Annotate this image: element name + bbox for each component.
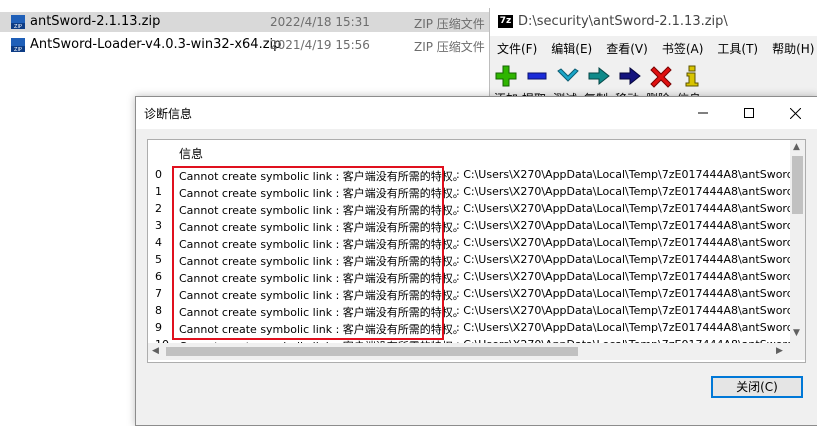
menu-tools[interactable]: 工具(T) [710, 38, 765, 60]
delete-icon [650, 66, 672, 88]
row-path: : C:\Users\X270\AppData\Local\Temp\7zE01… [456, 219, 806, 232]
row-path: : C:\Users\X270\AppData\Local\Temp\7zE01… [456, 304, 806, 317]
row-index: 5 [155, 253, 162, 266]
list-header[interactable]: 信息 [148, 140, 793, 162]
add-icon [495, 65, 517, 87]
test-icon [557, 68, 579, 82]
row-index: 8 [155, 304, 162, 317]
close-window-button[interactable] [772, 97, 817, 129]
row-path: : C:\Users\X270\AppData\Local\Temp\7zE01… [456, 253, 806, 266]
row-index: 0 [155, 168, 162, 181]
row-path: : C:\Users\X270\AppData\Local\Temp\7zE01… [456, 236, 806, 249]
extract-button[interactable]: 提取 [522, 64, 549, 106]
move-button[interactable]: 移动 [615, 64, 642, 106]
menu-bar: 文件(F) 编辑(E) 查看(V) 书签(A) 工具(T) 帮助(H) [490, 38, 817, 60]
zip-file-icon: ZIP [11, 15, 25, 30]
dialog-titlebar[interactable]: 诊断信息 [136, 97, 817, 129]
row-index: 7 [155, 287, 162, 300]
row-index: 6 [155, 270, 162, 283]
file-date: 2022/4/18 15:31 [270, 15, 370, 29]
vertical-scroll-thumb[interactable] [792, 156, 803, 214]
add-button[interactable]: 添加 [494, 64, 518, 106]
row-path: : C:\Users\X270\AppData\Local\Temp\7zE01… [456, 287, 806, 300]
dialog-title: 诊断信息 [144, 107, 193, 121]
copy-button[interactable]: 复制 [584, 64, 611, 106]
svg-text:ZIP: ZIP [14, 24, 22, 30]
row-path: : C:\Users\X270\AppData\Local\Temp\7zE01… [456, 270, 806, 283]
maximize-icon [744, 108, 754, 118]
menu-file[interactable]: 文件(F) [490, 38, 544, 60]
menu-bookmarks[interactable]: 书签(A) [655, 38, 711, 60]
column-header-info[interactable]: 信息 [179, 145, 203, 162]
file-date: 2021/4/19 15:56 [270, 38, 370, 52]
scroll-down-icon[interactable]: ▼ [793, 328, 800, 338]
row-index: 2 [155, 202, 162, 215]
extract-icon [527, 72, 547, 80]
zip-file-icon: ZIP [11, 38, 25, 53]
row-path: : C:\Users\X270\AppData\Local\Temp\7zE01… [456, 168, 806, 181]
delete-button[interactable]: 删除 [646, 64, 673, 106]
row-path: : C:\Users\X270\AppData\Local\Temp\7zE01… [456, 321, 806, 334]
menu-view[interactable]: 查看(V) [599, 38, 655, 60]
sevenzip-titlebar: 7z D:\security\antSword-2.1.13.zip\ [490, 8, 817, 36]
archive-path: D:\security\antSword-2.1.13.zip\ [518, 14, 728, 29]
file-name: AntSword-Loader-v4.0.3-win32-x64.zip [30, 37, 282, 52]
scroll-right-icon[interactable]: ▶ [776, 346, 783, 356]
scrollbar-corner [790, 343, 805, 360]
test-button[interactable]: 测试 [553, 64, 580, 106]
svg-text:ZIP: ZIP [14, 47, 22, 53]
scroll-up-icon[interactable]: ▲ [793, 142, 800, 152]
info-button[interactable]: 信息 [677, 64, 704, 106]
move-icon [619, 66, 641, 86]
file-row[interactable]: ZIP antSword-2.1.13.zip 2022/4/18 15:31 … [0, 12, 490, 32]
minimize-icon [698, 112, 708, 114]
row-index: 9 [155, 321, 162, 334]
menu-edit[interactable]: 编辑(E) [544, 38, 599, 60]
row-index: 4 [155, 236, 162, 249]
file-type: ZIP 压缩文件 [414, 17, 485, 31]
copy-icon [588, 66, 610, 86]
horizontal-scrollbar[interactable]: ◀ ▶ [148, 343, 790, 360]
sevenzip-logo-icon: 7z [498, 15, 513, 28]
close-button[interactable]: 关闭(C) [711, 376, 803, 398]
file-name: antSword-2.1.13.zip [30, 14, 161, 29]
file-type: ZIP 压缩文件 [414, 40, 485, 54]
file-row[interactable]: ZIP AntSword-Loader-v4.0.3-win32-x64.zip… [0, 35, 490, 55]
row-path: : C:\Users\X270\AppData\Local\Temp\7zE01… [456, 202, 806, 215]
highlight-box [172, 166, 444, 340]
horizontal-scroll-thumb[interactable] [166, 347, 578, 356]
maximize-button[interactable] [726, 97, 772, 129]
row-path: : C:\Users\X270\AppData\Local\Temp\7zE01… [456, 185, 806, 198]
minimize-button[interactable] [680, 97, 726, 129]
close-icon [789, 107, 801, 119]
scroll-left-icon[interactable]: ◀ [152, 346, 159, 356]
info-icon [685, 65, 699, 87]
menu-help[interactable]: 帮助(H) [765, 38, 817, 60]
row-index: 1 [155, 185, 162, 198]
vertical-scrollbar[interactable]: ▲ ▼ [790, 140, 805, 343]
row-index: 3 [155, 219, 162, 232]
